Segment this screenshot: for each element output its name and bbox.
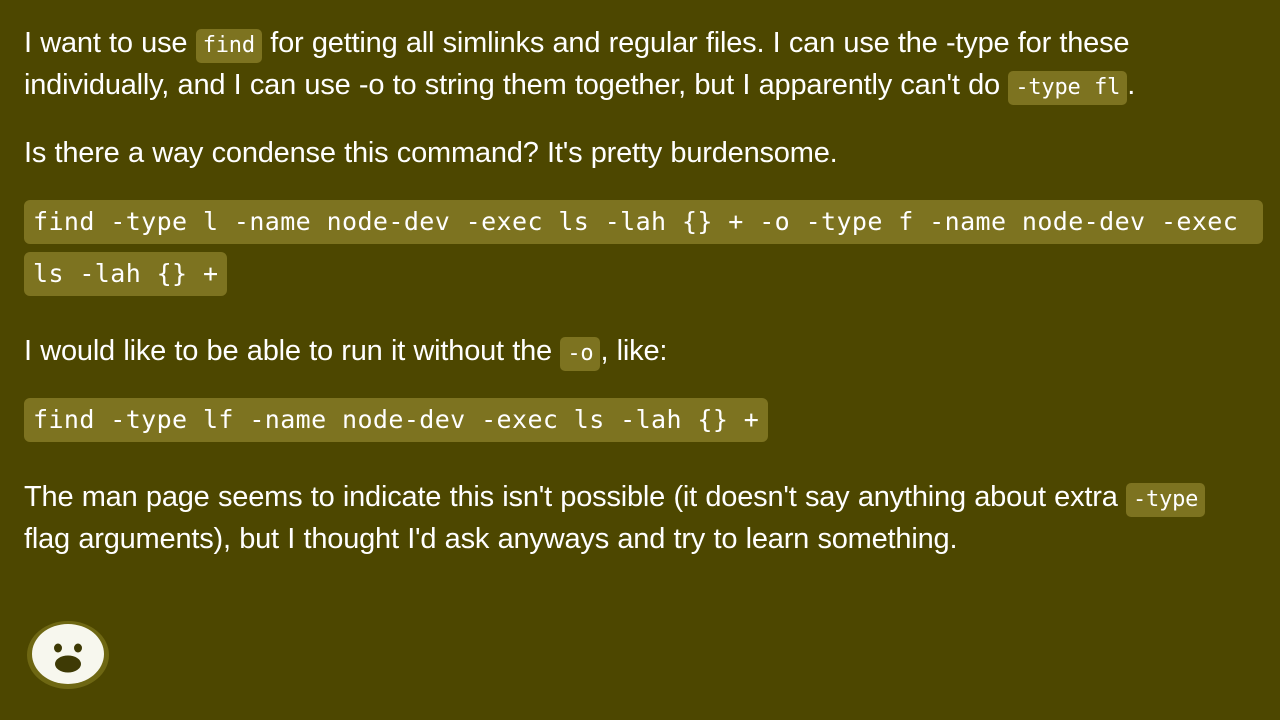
- surprised-face-avatar-icon: [27, 621, 109, 689]
- paragraph-3: I would like to be able to run it withou…: [24, 330, 1256, 372]
- post-body: I want to use find for getting all simli…: [0, 0, 1280, 560]
- avatar-container: [0, 618, 1280, 692]
- paragraph-4-text-2: flag arguments), but I thought I'd ask a…: [24, 523, 958, 555]
- paragraph-3-text-1: I would like to be able to run it withou…: [24, 335, 561, 367]
- paragraph-3-text-2: , like:: [600, 335, 668, 367]
- paragraph-4-text-1: The man page seems to indicate this isn'…: [24, 481, 1126, 513]
- code-block-2-text: find -type lf -name node-dev -exec ls -l…: [24, 398, 769, 442]
- code-block-1: find -type l -name node-dev -exec ls -la…: [24, 200, 1263, 304]
- inline-code-type: -type: [1125, 483, 1206, 517]
- code-block-1-text: find -type l -name node-dev -exec ls -la…: [24, 200, 1263, 296]
- paragraph-2: Is there a way condense this command? It…: [24, 137, 838, 169]
- paragraph-1-text-3: .: [1127, 69, 1136, 101]
- inline-code-find: find: [195, 29, 262, 63]
- paragraph-1-text-1: I want to use: [24, 27, 196, 59]
- inline-code-o-flag: -o: [560, 337, 601, 371]
- inline-code-type-fl: -type fl: [1008, 71, 1128, 105]
- code-block-2: find -type lf -name node-dev -exec ls -l…: [24, 398, 1256, 450]
- paragraph-4: The man page seems to indicate this isn'…: [24, 476, 1256, 560]
- paragraph-1: I want to use find for getting all simli…: [24, 22, 1256, 106]
